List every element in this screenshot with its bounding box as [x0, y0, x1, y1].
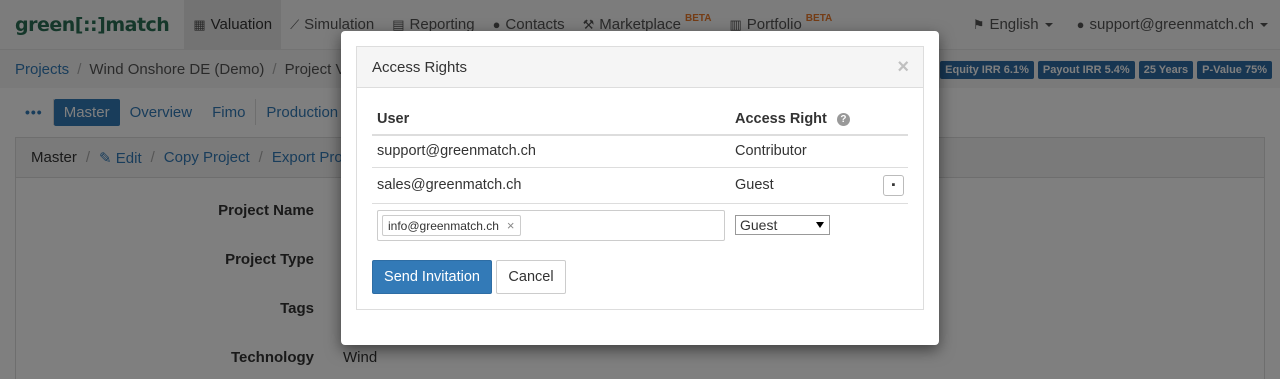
col-access-right-label: Access Right: [735, 111, 827, 127]
table-row: support@greenmatch.ch Contributor: [372, 135, 908, 168]
invite-right-cell: Guest: [730, 203, 868, 248]
email-tag: info@greenmatch.ch ×: [382, 214, 521, 236]
table-header-row: User Access Right?: [372, 105, 908, 136]
remove-tag-icon[interactable]: ×: [507, 218, 515, 233]
access-right-select-value: Guest: [740, 217, 778, 233]
access-right-cell: Contributor: [730, 135, 868, 168]
col-user: User: [372, 105, 730, 136]
access-right-select[interactable]: Guest: [735, 215, 830, 235]
email-tag-label: info@greenmatch.ch: [388, 218, 499, 233]
modal-header: Access Rights: [357, 47, 923, 88]
delete-user-button[interactable]: ▪: [883, 174, 904, 196]
invite-row: info@greenmatch.ch × Guest: [372, 203, 908, 248]
close-icon[interactable]: ×: [897, 56, 909, 79]
access-rights-panel: Access Rights × User Access Right? suppo…: [356, 46, 924, 310]
user-cell: sales@greenmatch.ch: [372, 167, 730, 204]
help-icon[interactable]: ?: [836, 113, 850, 126]
col-user-label: User: [377, 111, 410, 127]
table-row: sales@greenmatch.ch Guest ▪: [372, 167, 908, 204]
col-actions: [868, 105, 908, 136]
invite-user-cell: info@greenmatch.ch ×: [372, 203, 730, 248]
trash-icon: ▪: [891, 178, 896, 191]
invite-actions-cell: [868, 203, 908, 248]
send-invitation-button[interactable]: Send Invitation: [372, 260, 492, 294]
actions-cell: [868, 135, 908, 168]
user-cell: support@greenmatch.ch: [372, 135, 730, 168]
col-access-right: Access Right?: [730, 105, 868, 136]
invite-email-input[interactable]: info@greenmatch.ch ×: [377, 209, 725, 241]
cancel-button[interactable]: Cancel: [496, 260, 566, 294]
modal-title: Access Rights: [372, 58, 468, 76]
access-rights-modal: Access Rights × User Access Right? suppo…: [341, 31, 939, 345]
dropdown-arrow-icon: [816, 222, 824, 228]
access-rights-table: User Access Right? support@greenmatch.ch…: [372, 105, 908, 248]
access-right-cell: Guest: [730, 167, 868, 204]
actions-cell: ▪: [868, 167, 908, 204]
